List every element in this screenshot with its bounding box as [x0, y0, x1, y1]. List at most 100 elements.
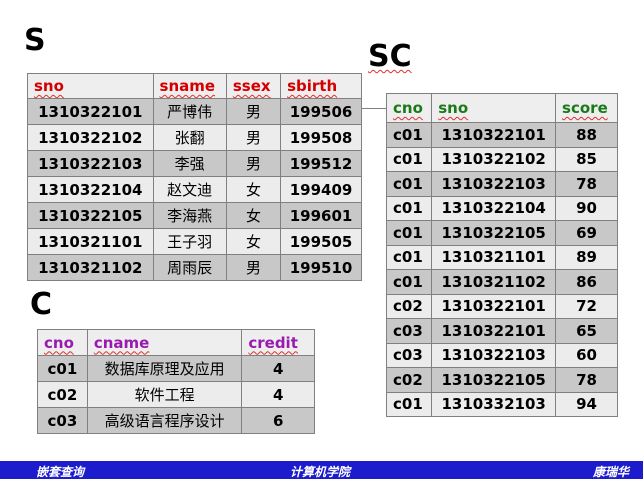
table-cell: 90 — [555, 195, 618, 221]
table-cell: 60 — [555, 342, 618, 368]
table-cell: 1310322104 — [27, 176, 154, 203]
table-row: 1310322101 严博伟男 199506 — [27, 98, 362, 125]
table-row: c01 1310322104 90 — [385, 195, 618, 221]
table-cell: 1310322103 — [431, 342, 557, 368]
table-row: c02 软件工程 4 — [37, 381, 315, 408]
table-cell: 1310322105 — [27, 202, 154, 229]
table-header-row: sno sname ssex sbirth — [27, 73, 362, 99]
table-cell: 199508 — [280, 124, 362, 151]
table-cell: 199505 — [280, 228, 362, 255]
table-cell: 男 — [225, 124, 282, 151]
table-header-row: cno sno score — [385, 93, 618, 123]
table-cell: 1310322101 — [431, 122, 557, 148]
table-cell: 男 — [225, 150, 282, 177]
student-table: sno sname ssex sbirth 1310322101 严博伟男 199506 1… — [27, 73, 362, 281]
table-sc-title: SC — [368, 39, 412, 74]
table-cell: 65 — [555, 318, 618, 344]
column-header: sbirth — [280, 73, 362, 99]
table-cell: 199512 — [280, 150, 362, 177]
table-cell: 高级语言程序设计 — [86, 407, 243, 434]
table-row: c01 数据库原理及应用 4 — [37, 355, 315, 382]
footer-school: 计算机学院 — [290, 465, 351, 479]
table-cell: 88 — [555, 122, 618, 148]
table-cell: c03 — [385, 342, 433, 368]
table-cell: c01 — [385, 269, 433, 295]
table-row: c01 1310322103 78 — [385, 171, 618, 197]
table-row: c02 1310322101 72 — [385, 293, 618, 319]
table-cell: 94 — [555, 391, 618, 417]
table-cell: 1310322102 — [27, 124, 154, 151]
table-cell: 1310322103 — [27, 150, 154, 177]
table-row: 1310321101 王子羽女 199505 — [27, 228, 362, 255]
table-row: 1310322103 李强男 199512 — [27, 150, 362, 177]
table-cell: 69 — [555, 220, 618, 246]
column-header: sno — [431, 93, 557, 123]
table-cell: 72 — [555, 293, 618, 319]
table-c-title: C — [30, 287, 53, 322]
table-cell: c01 — [385, 122, 433, 148]
table-cell: 张翻 — [152, 124, 227, 151]
table-row: 1310321102 周雨辰男 199510 — [27, 254, 362, 281]
table-cell: c03 — [385, 318, 433, 344]
table-cell: c02 — [385, 367, 433, 393]
table-cell: 6 — [241, 407, 315, 434]
table-cell: 女 — [225, 202, 282, 229]
table-cell: 85 — [555, 146, 618, 172]
table-cell: 严博伟 — [152, 98, 227, 125]
table-cell: c01 — [385, 220, 433, 246]
table-cell: 女 — [225, 176, 282, 203]
table-row: c03 1310322101 65 — [385, 318, 618, 344]
table-cell: c02 — [37, 381, 88, 408]
table-cell: c01 — [385, 244, 433, 270]
table-cell: 1310322102 — [431, 146, 557, 172]
table-cell: 数据库原理及应用 — [86, 355, 243, 382]
table-cell: 男 — [225, 98, 282, 125]
score-table: cno sno score c01 1310322101 88 c01 1310322102… — [385, 93, 618, 417]
table-row: 1310322104 赵文迪女 199409 — [27, 176, 362, 203]
table-header-row: cno cname credit — [37, 329, 315, 356]
table-cell: 1310321102 — [27, 254, 154, 281]
table-cell: 1310322101 — [431, 318, 557, 344]
table-cell: 周雨辰 — [152, 254, 227, 281]
table-cell: 199409 — [280, 176, 362, 203]
table-cell: 赵文迪 — [152, 176, 227, 203]
table-cell: 男 — [225, 254, 282, 281]
table-cell: 199601 — [280, 202, 362, 229]
table-cell: 软件工程 — [86, 381, 243, 408]
table-cell: c02 — [385, 293, 433, 319]
table-cell: c01 — [385, 195, 433, 221]
table-cell: 1310322101 — [431, 293, 557, 319]
table-row: c01 1310322101 88 — [385, 122, 618, 148]
table-cell: 女 — [225, 228, 282, 255]
table-cell: 1310332103 — [431, 391, 557, 417]
table-cell: 78 — [555, 367, 618, 393]
table-row: c02 1310322105 78 — [385, 367, 618, 393]
footer-author: 康瑞华 — [592, 465, 629, 479]
table-row: c01 1310332103 94 — [385, 391, 618, 417]
table-cell: c01 — [37, 355, 88, 382]
column-header: cno — [385, 93, 433, 123]
table-cell: 1310321102 — [431, 269, 557, 295]
table-row: 1310322102 张翻男 199508 — [27, 124, 362, 151]
table-cell: 4 — [241, 381, 315, 408]
table-cell: c03 — [37, 407, 88, 434]
footer-bar: 嵌套查询 计算机学院 康瑞华 — [0, 461, 643, 479]
table-row: 1310322105 李海燕女 199601 — [27, 202, 362, 229]
table-cell: 1310321101 — [27, 228, 154, 255]
table-cell: 1310322103 — [431, 171, 557, 197]
connector-line — [362, 108, 386, 109]
table-s-title: S — [24, 23, 46, 58]
footer-topic: 嵌套查询 — [36, 465, 85, 479]
column-header: sno — [27, 73, 154, 99]
table-cell: 王子羽 — [152, 228, 227, 255]
table-row: c03 1310322103 60 — [385, 342, 618, 368]
column-header: sname — [152, 73, 227, 99]
table-row: c01 1310322102 85 — [385, 146, 618, 172]
table-cell: 1310322105 — [431, 367, 557, 393]
table-cell: 89 — [555, 244, 618, 270]
table-cell: 1310322105 — [431, 220, 557, 246]
table-cell: 1310322104 — [431, 195, 557, 221]
table-cell: 1310321101 — [431, 244, 557, 270]
table-cell: 4 — [241, 355, 315, 382]
table-cell: c01 — [385, 391, 433, 417]
